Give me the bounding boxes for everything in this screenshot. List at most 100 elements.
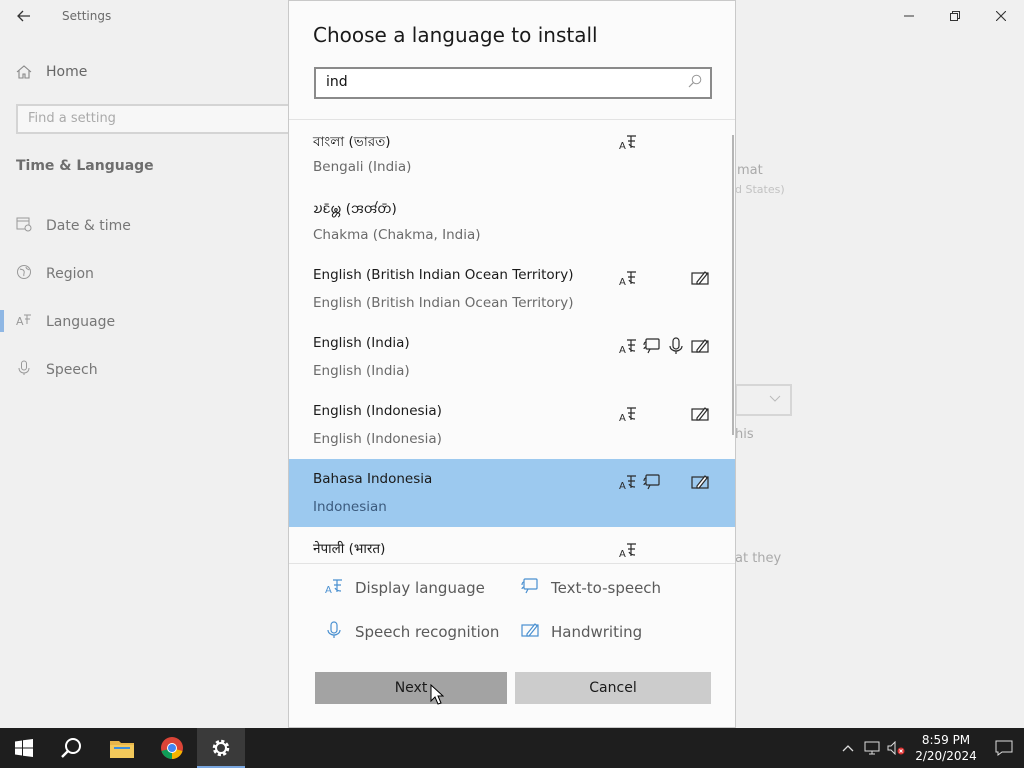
legend-label: Display language [355,579,485,597]
volume-muted-icon [887,741,905,755]
search-button[interactable] [48,728,96,768]
svg-text:A: A [619,413,626,423]
minimize-button[interactable] [886,0,932,32]
language-native-name: English (British Indian Ocean Territory) [313,267,574,283]
network-icon [864,741,880,755]
notification-icon [995,740,1013,756]
find-setting-input[interactable]: Find a setting [16,104,306,134]
nav-item-region[interactable]: Region [16,264,94,284]
nav-item-label: Language [46,314,116,330]
minimize-icon [904,15,914,17]
display-language-icon: A [619,405,637,424]
language-search-input[interactable]: ind [314,67,712,99]
language-list[interactable]: বাংলা (ভারত) Bengali (India) A 𑄌𑄋𑄴𑄟𑄳𑄦 (𑄞𑄢𑄧𑄖… [289,119,735,563]
display-language-icon: A [619,269,637,288]
nav-item-label: Region [46,266,94,282]
text-to-speech-icon [521,577,539,599]
legend-label: Text-to-speech [551,579,662,597]
legend-label: Speech recognition [355,623,500,641]
next-button[interactable]: Next [315,672,507,704]
search-icon [688,74,702,92]
language-native-name: Bahasa Indonesia [313,471,433,487]
language-row[interactable]: 𑄌𑄋𑄴𑄟𑄳𑄦 (𑄞𑄢𑄧𑄖𑄴) Chakma (Chakma, India) [289,187,735,255]
restore-button[interactable] [932,0,978,32]
display-language-icon: A [619,541,637,560]
display-language-icon: A [325,577,343,599]
svg-text:A: A [619,345,626,355]
handwriting-icon [691,337,709,355]
language-row[interactable]: বাংলা (ভারত) Bengali (India) A [289,119,735,187]
speech-recognition-icon [667,337,685,355]
nav-item-date-time[interactable]: Date & time [16,216,131,236]
chrome-icon [161,737,183,759]
chrome-button[interactable] [148,728,196,768]
cancel-button[interactable]: Cancel [515,672,711,704]
language-row[interactable]: नेपाली (भारत)Nepali (India)A [289,527,735,563]
start-button[interactable] [0,728,48,768]
calendar-clock-icon [16,216,32,236]
clock[interactable]: 8:59 PM 2/20/2024 [908,732,984,764]
app-title: Settings [62,9,112,23]
folder-icon [110,741,134,758]
background-dropdown [735,384,792,416]
action-center-button[interactable] [984,740,1024,756]
file-explorer-button[interactable] [98,728,146,768]
back-button[interactable] [8,4,40,28]
nav-item-speech[interactable]: Speech [16,360,98,380]
svg-text:A: A [325,585,332,595]
nav-item-language[interactable]: A Language [16,312,115,332]
display-language-icon: A [619,337,637,356]
language-row[interactable]: English (India) English (India) A [289,323,735,391]
language-row[interactable]: Bahasa Indonesia Indonesian A [289,459,735,527]
search-value: ind [326,74,348,90]
back-arrow-icon [17,10,30,22]
text-to-speech-icon [643,473,661,491]
legend-handwriting: Handwriting [521,621,642,643]
globe-region-icon [16,264,32,284]
language-native-name: English (India) [313,335,410,351]
close-button[interactable] [978,0,1024,32]
gear-icon [212,739,230,757]
handwriting-icon [691,269,709,287]
settings-taskbar-button[interactable] [197,728,245,768]
svg-text:A: A [16,315,24,328]
network-button[interactable] [860,741,884,755]
handwriting-icon [691,473,709,491]
language-english-name: English (India) [313,363,410,379]
language-native-name: English (Indonesia) [313,403,442,419]
language-english-name: Chakma (Chakma, India) [313,227,481,243]
display-language-icon: A [619,473,637,492]
find-setting-placeholder: Find a setting [28,111,116,126]
chevron-down-icon [769,395,781,402]
windows-logo-icon [15,739,33,757]
background-text: mat [737,163,763,178]
search-icon [61,738,81,758]
nav-item-label: Speech [46,362,98,378]
clock-time: 8:59 PM [921,733,971,747]
language-icon: A [16,312,32,332]
restore-icon [950,11,960,21]
selected-nav-indicator [0,310,4,332]
legend-speech-recognition: Speech recognition [325,621,499,643]
volume-button[interactable] [884,741,908,755]
language-english-name: English (Indonesia) [313,431,442,447]
nav-item-label: Date & time [46,218,131,234]
legend-text-to-speech: Text-to-speech [521,577,661,599]
speech-recognition-icon [325,621,343,643]
svg-text:A: A [619,481,626,491]
legend-label: Handwriting [551,623,643,641]
mouse-cursor-icon [430,684,444,705]
legend-display-language: A Display language [325,577,485,599]
handwriting-icon [521,621,539,643]
nav-home[interactable]: Home [16,64,87,80]
list-scrollbar[interactable] [732,135,734,435]
microphone-icon [16,360,32,380]
language-row[interactable]: English (British Indian Ocean Territory)… [289,255,735,323]
show-hidden-icons-button[interactable] [836,744,860,752]
background-text: at they [735,551,782,566]
language-row[interactable]: English (Indonesia) English (Indonesia) A [289,391,735,459]
svg-text:A: A [619,277,626,287]
language-english-name: Indonesian [313,499,387,515]
home-icon [16,65,32,79]
taskbar: 8:59 PM 2/20/2024 [0,728,1024,768]
